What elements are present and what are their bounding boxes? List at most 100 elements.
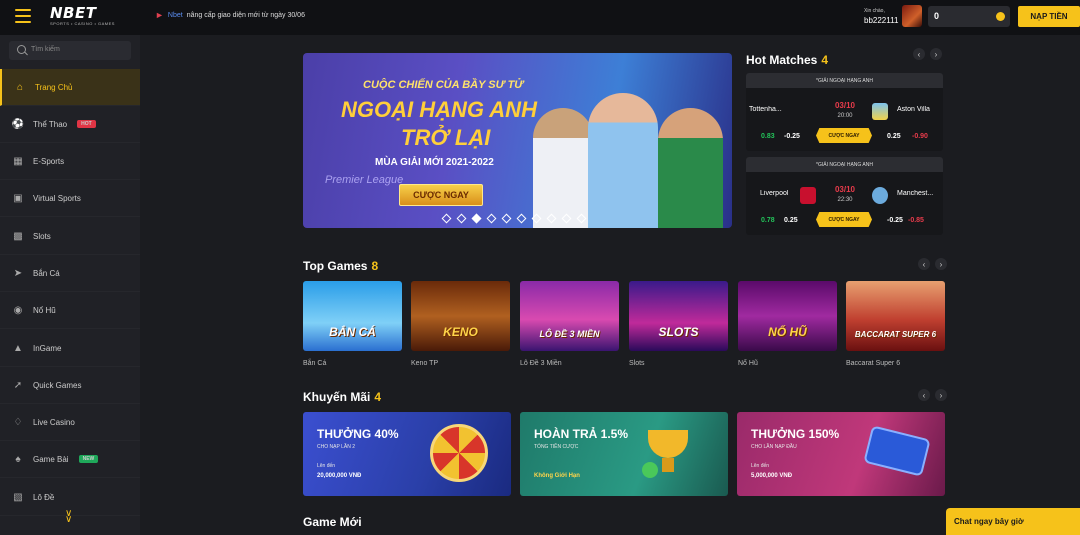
notice-text: nâng cấp giao diện mới từ ngày 30/06 [186,11,305,19]
match-card[interactable]: *GIẢI NGOẠI HẠNG ANH Liverpool 03/10 22:… [746,157,943,235]
sidebar-item-esports[interactable]: ▦ E-Sports [0,143,140,180]
promo-card[interactable]: THƯỞNG 150% CHO LẦN NẠP ĐẦU Lên đến 5,00… [737,412,945,496]
sidebar-item-slots[interactable]: ▩ Slots [0,218,140,255]
promo-card[interactable]: HOÀN TRẢ 1.5% TỔNG TIỀN CƯỢC Không Giới … [520,412,728,496]
promo-title: THƯỞNG 150% [751,427,840,441]
match-time: 20:00 [837,113,853,119]
match-card[interactable]: *GIẢI NGOẠI HẠNG ANH Tottenha... 03/10 2… [746,73,943,151]
sidebar-item-label: Slots [33,231,51,241]
ingame-icon: ▲ [13,342,23,354]
wheel-icon [430,424,488,482]
promotions-count: 4 [374,390,382,404]
away-team: Aston Villa [897,106,930,113]
odd-away[interactable]: -0.25 [887,217,903,224]
gamepad-icon: ▦ [13,155,23,167]
jackpot-icon: ◉ [13,304,23,316]
game-label[interactable]: Slots [629,360,645,367]
game-tile-baccarat[interactable]: BACCARAT SUPER 6 [846,281,945,351]
banner-cta-button[interactable]: CƯỢC NGAY [399,184,483,206]
sidebar-item-card-games[interactable]: ♠ Game Bài NEW [0,441,140,478]
top-games-title: Top Games 8 [303,259,378,273]
chevron-left-icon[interactable]: ‹ [918,389,930,401]
game-tile-keno[interactable]: KENO [411,281,510,351]
home-icon: ⌂ [16,81,24,93]
game-label[interactable]: Lô Đề 3 Miền [520,360,562,367]
game-tile-fishing[interactable]: BẮN CÁ [303,281,402,351]
search-input[interactable]: Tìm kiếm [9,41,131,60]
chevron-down-icon[interactable]: ∨ ∨ [65,509,72,525]
match-date: 03/10 [834,101,856,110]
sidebar-item-label: Trang Chủ [35,82,73,92]
greeting: Xin chào, bb222111 [864,7,898,26]
sidebar-item-virtual-sports[interactable]: ▣ Virtual Sports [0,180,140,217]
promo-subtitle: CHO NẠP LẦN 2 [317,444,355,450]
sidebar-item-quick-games[interactable]: ➚ Quick Games [0,367,140,404]
hot-matches-label: Hot Matches [746,53,818,67]
sidebar-item-live-casino[interactable]: ♢ Live Casino [0,404,140,441]
match-league: *GIẢI NGOẠI HẠNG ANH [746,73,943,88]
match-time: 22:30 [837,197,853,203]
game-art-text: BẮN CÁ [329,325,376,339]
match-date: 03/10 [834,185,856,194]
deposit-button[interactable]: NẠP TIỀN [1018,6,1080,27]
banner-season: MÙA GIẢI MỚI 2021-2022 [375,157,494,168]
menu-icon[interactable] [15,9,31,23]
carousel-dots[interactable] [441,213,587,224]
avatar[interactable] [902,5,922,27]
ball-icon [642,462,658,478]
chevron-right-icon[interactable]: › [930,48,942,60]
game-label[interactable]: Keno TP [411,360,438,367]
chevron-right-icon[interactable]: › [935,258,947,270]
game-tile-lottery[interactable]: LÔ ĐỀ 3 MIỀN [520,281,619,351]
game-label[interactable]: Nổ Hũ [738,360,758,367]
sidebar-item-fishing[interactable]: ➤ Bắn Cá [0,255,140,292]
logo[interactable]: NBET SPORTS • CASINO • GAMES [50,6,115,27]
virtual-sports-icon: ▣ [13,192,23,204]
megaphone-icon: ► [155,10,164,20]
game-tile-jackpot[interactable]: NỔ HŨ [738,281,837,351]
live-casino-icon: ♢ [13,416,23,428]
promo-line1: Lên đến [751,463,770,469]
sidebar-item-sports[interactable]: ⚽ Thể Thao HOT [0,106,140,143]
game-label[interactable]: Baccarat Super 6 [846,360,900,367]
banner-headline-1: NGOẠI HẠNG ANH [341,97,537,122]
sidebar-item-label: Bắn Cá [33,268,60,278]
chevron-left-icon[interactable]: ‹ [913,48,925,60]
hot-matches-title: Hot Matches 4 [746,53,828,67]
promo-amount: 5,000,000 VNĐ [751,473,793,479]
bet-now-button[interactable]: CƯỢC NGAY [816,212,872,227]
promo-card[interactable]: THƯỞNG 40% CHO NẠP LẦN 2 Lên đến 20,000,… [303,412,511,496]
banner-headline-top: CUỘC CHIẾN CỦA BẦY SƯ TỬ [363,79,524,91]
search-icon [17,45,26,54]
trophy-icon [648,430,688,458]
sidebar-item-label: Quick Games [33,380,82,390]
hot-matches-nav: ‹ › [913,48,942,60]
top-games-nav: ‹ › [918,258,947,270]
balance-display[interactable]: 0 [928,6,1010,27]
sidebar-item-label: Nổ Hũ [33,305,56,315]
chat-button[interactable]: Chat ngay bây giờ [946,508,1080,535]
home-team: Liverpool [760,190,789,197]
chevron-left-icon[interactable]: ‹ [918,258,930,270]
odd-home[interactable]: 0.83 [761,133,775,140]
game-label[interactable]: Bắn Cá [303,360,326,367]
sidebar-item-home[interactable]: ⌂ Trang Chủ [0,69,140,106]
banner-players-image [533,73,732,228]
odd-home[interactable]: 0.78 [761,217,775,224]
game-tile-slots[interactable]: SLOTS [629,281,728,351]
sidebar-item-label: Thể Thao [33,119,68,129]
slot-machine-icon [863,425,931,477]
sidebar-item-ingame[interactable]: ▲ InGame [0,330,140,367]
sidebar-item-label: Live Casino [33,417,75,427]
logo-sub: SPORTS • CASINO • GAMES [50,21,115,26]
cards-icon: ♠ [15,453,21,465]
bet-now-button[interactable]: CƯỢC NGAY [816,128,872,143]
sidebar-item-label: Lô Đề [33,492,55,502]
hero-banner[interactable]: CUỘC CHIẾN CỦA BẦY SƯ TỬ NGOẠI HẠNG ANH … [303,53,732,228]
chevron-right-icon[interactable]: › [935,389,947,401]
odd-away[interactable]: 0.25 [887,133,901,140]
sidebar-item-jackpot[interactable]: ◉ Nổ Hũ [0,292,140,329]
handicap-home: 0.25 [784,217,798,224]
match-league: *GIẢI NGOẠI HẠNG ANH [746,157,943,172]
team-crest-icon [800,187,816,204]
